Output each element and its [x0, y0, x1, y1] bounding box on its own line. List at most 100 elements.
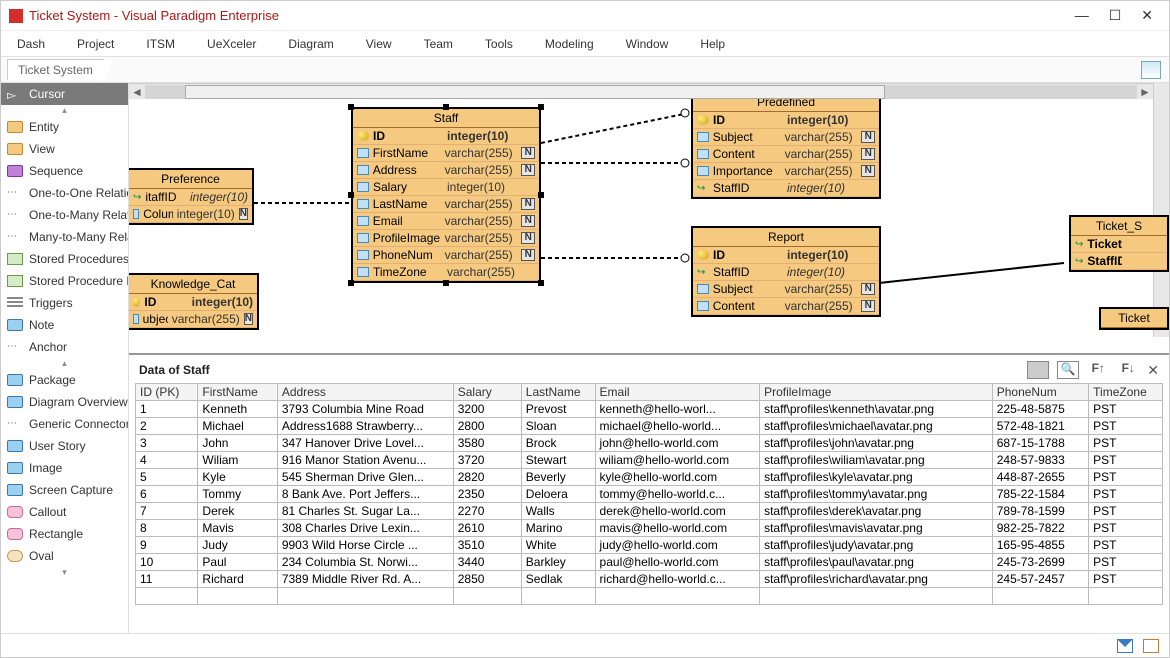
selection-handle[interactable] [538, 104, 544, 110]
panel-close-icon[interactable]: ✕ [1147, 362, 1159, 379]
entity-staff[interactable]: StaffIDinteger(10)FirstNamevarchar(255)N… [351, 107, 541, 283]
palette-diagram-overview[interactable]: Diagram Overview [1, 391, 128, 413]
menu-uexceler[interactable]: UeXceler [199, 37, 256, 51]
entity-column[interactable]: IDinteger(10) [693, 112, 879, 129]
palette-anchor[interactable]: ⋯Anchor [1, 336, 128, 358]
palette-rectangle[interactable]: Rectangle [1, 523, 128, 545]
entity-column[interactable]: FirstNamevarchar(255)N [353, 145, 539, 162]
column-header[interactable]: LastName [521, 384, 595, 401]
palette-view[interactable]: View [1, 138, 128, 160]
table-row[interactable]: 4Wiliam916 Manor Station Avenu...3720Ste… [136, 452, 1163, 469]
table-row[interactable]: 8Mavis308 Charles Drive Lexin...2610Mari… [136, 520, 1163, 537]
entity-ticket[interactable]: Ticket [1099, 307, 1169, 330]
column-header[interactable]: Email [595, 384, 760, 401]
selection-handle[interactable] [348, 280, 354, 286]
table-row[interactable]: 11Richard7389 Middle River Rd. A...2850S… [136, 571, 1163, 588]
entity-column[interactable]: IDinteger(10) [129, 294, 257, 311]
table-row[interactable]: 5Kyle545 Sherman Drive Glen...2820Beverl… [136, 469, 1163, 486]
menu-project[interactable]: Project [69, 37, 114, 51]
sort-asc-button[interactable]: F↑ [1087, 361, 1109, 379]
mail-icon[interactable] [1117, 639, 1133, 653]
menu-view[interactable]: View [358, 37, 392, 51]
column-header[interactable]: ID (PK) [136, 384, 198, 401]
selection-handle[interactable] [538, 192, 544, 198]
entity-column[interactable]: ↪TicketID [1071, 236, 1167, 253]
perspective-icon[interactable] [1141, 61, 1161, 79]
tab-ticket-system[interactable]: Ticket System [7, 59, 104, 80]
palette-generic-connector[interactable]: ⋯Generic Connector [1, 413, 128, 435]
scroll-thumb[interactable] [185, 85, 885, 99]
selection-handle[interactable] [538, 280, 544, 286]
table-row[interactable]: 3John347 Hanover Drive Lovel...3580Brock… [136, 435, 1163, 452]
palette-user-story[interactable]: User Story [1, 435, 128, 457]
palette-callout[interactable]: Callout [1, 501, 128, 523]
menu-diagram[interactable]: Diagram [280, 37, 333, 51]
menu-tools[interactable]: Tools [477, 37, 513, 51]
table-row[interactable]: 10Paul234 Columbia St. Norwi...3440Barkl… [136, 554, 1163, 571]
palette-cursor[interactable]: ▻Cursor [1, 83, 128, 105]
document-icon[interactable] [1143, 639, 1159, 653]
palette-package[interactable]: Package [1, 369, 128, 391]
palette-collapse-icon[interactable]: ▴ [1, 358, 128, 369]
table-row[interactable]: 6Tommy8 Bank Ave. Port Jeffers...2350Del… [136, 486, 1163, 503]
entity-column[interactable]: PhoneNumvarchar(255)N [353, 247, 539, 264]
minimize-button[interactable]: — [1075, 7, 1089, 24]
entity-column[interactable]: ↪StaffIDinteger(10) [693, 180, 879, 197]
entity-column[interactable]: ↪StaffIDinteger(10) [693, 264, 879, 281]
palette-screen-capture[interactable]: Screen Capture [1, 479, 128, 501]
diagram-canvas[interactable]: Preference↪itaffIDinteger(10)Columninteg… [129, 83, 1169, 353]
staff-data-table[interactable]: ID (PK)FirstNameAddressSalaryLastNameEma… [135, 383, 1163, 605]
palette-sequence[interactable]: Sequence [1, 160, 128, 182]
entity-column[interactable]: Columninteger(10)N [129, 206, 252, 223]
menu-window[interactable]: Window [618, 37, 669, 51]
entity-column[interactable]: ↪StaffID [1071, 253, 1167, 270]
entity-column[interactable]: Importancevarchar(255)N [693, 163, 879, 180]
palette-expand-icon[interactable]: ▾ [1, 567, 128, 578]
menu-help[interactable]: Help [692, 37, 725, 51]
entity-predefined[interactable]: PredefinedIDinteger(10)Subjectvarchar(25… [691, 91, 881, 199]
entity-preference[interactable]: Preference↪itaffIDinteger(10)Columninteg… [129, 168, 254, 225]
palette-note[interactable]: Note [1, 314, 128, 336]
palette-many-to-many-rela-[interactable]: ⋯Many-to-Many Rela... [1, 226, 128, 248]
palette-triggers[interactable]: Triggers [1, 292, 128, 314]
palette-one-to-one-relation-[interactable]: ⋯One-to-One Relation... [1, 182, 128, 204]
column-header[interactable]: PhoneNum [992, 384, 1088, 401]
entity-column[interactable]: IDinteger(10) [353, 128, 539, 145]
entity-column[interactable]: LastNamevarchar(255)N [353, 196, 539, 213]
column-header[interactable]: Salary [453, 384, 521, 401]
table-row-empty[interactable] [136, 588, 1163, 605]
column-header[interactable]: TimeZone [1089, 384, 1163, 401]
palette-image[interactable]: Image [1, 457, 128, 479]
palette-collapse-icon[interactable]: ▴ [1, 105, 128, 116]
entity-column[interactable]: TimeZonevarchar(255) [353, 264, 539, 281]
entity-knowledge_cat[interactable]: Knowledge_CatIDinteger(10)ubjectvarchar(… [129, 273, 259, 330]
entity-column[interactable]: Subjectvarchar(255)N [693, 281, 879, 298]
menu-team[interactable]: Team [416, 37, 453, 51]
find-icon[interactable]: 🔍 [1057, 361, 1079, 379]
entity-column[interactable]: Subjectvarchar(255)N [693, 129, 879, 146]
column-header[interactable]: FirstName [198, 384, 277, 401]
entity-column[interactable]: ProfileImagevarchar(255)N [353, 230, 539, 247]
table-row[interactable]: 1Kenneth3793 Columbia Mine Road3200Prevo… [136, 401, 1163, 418]
selection-handle[interactable] [348, 104, 354, 110]
entity-column[interactable]: ↪itaffIDinteger(10) [129, 189, 252, 206]
entity-column[interactable]: ubjectvarchar(255)N [129, 311, 257, 328]
maximize-button[interactable]: ☐ [1109, 7, 1122, 24]
selection-handle[interactable] [443, 104, 449, 110]
table-row[interactable]: 2MichaelAddress1688 Strawberry...2800Slo… [136, 418, 1163, 435]
palette-stored-procedures[interactable]: Stored Procedures [1, 248, 128, 270]
print-icon[interactable] [1027, 361, 1049, 379]
selection-handle[interactable] [443, 280, 449, 286]
menu-itsm[interactable]: ITSM [138, 37, 175, 51]
sort-desc-button[interactable]: F↓ [1117, 361, 1139, 379]
selection-handle[interactable] [348, 192, 354, 198]
entity-column[interactable]: Addressvarchar(255)N [353, 162, 539, 179]
entity-ticket_s[interactable]: Ticket_S↪TicketID↪StaffID [1069, 215, 1169, 272]
scrollbar-horizontal[interactable]: ◄ ► ✥ [129, 83, 1169, 99]
entity-column[interactable]: IDinteger(10) [693, 247, 879, 264]
column-header[interactable]: Address [277, 384, 453, 401]
palette-one-to-many-relati-[interactable]: ⋯One-to-Many Relati... [1, 204, 128, 226]
entity-column[interactable]: Contentvarchar(255)N [693, 146, 879, 163]
palette-oval[interactable]: Oval [1, 545, 128, 567]
palette-stored-procedure-re-[interactable]: Stored Procedure Re... [1, 270, 128, 292]
